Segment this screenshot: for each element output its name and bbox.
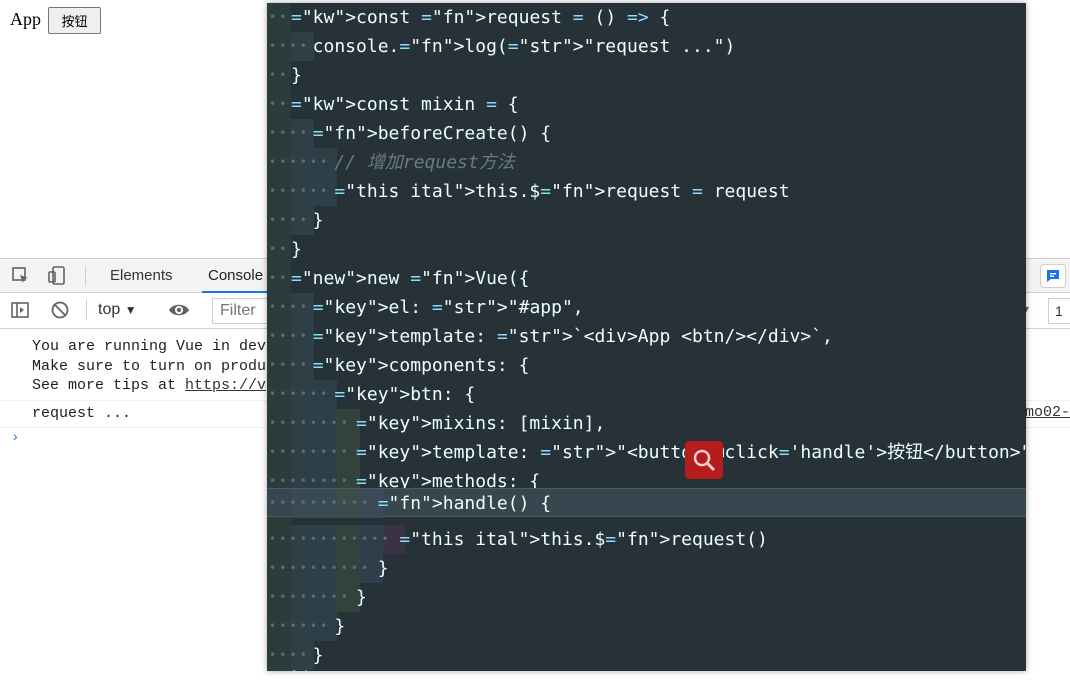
inspect-element-icon[interactable] [10,265,32,287]
code-line: •••••••••• } [267,554,1026,583]
code-line: •••••••• } [267,583,1026,612]
code-text: ="key">mixins: [mixin], [356,413,606,434]
code-line: •••• } [267,206,1026,235]
context-select-value: top [98,301,121,318]
code-text: ="key">template: ="str">`<div>App <btn/>… [312,326,833,347]
code-line: •••• ="key">components: { [267,351,1026,380]
code-text: } [291,558,389,579]
code-text: ="key">el: ="str">"#app", [312,297,584,318]
sidebar-toggle-icon[interactable] [9,299,31,321]
code-text: } [291,587,367,608]
code-text: ="kw">const mixin = { [291,94,519,115]
vue-tips-link[interactable]: https://v [185,377,266,394]
code-line: •••••••••••• ="this ital">this.$="fn">re… [267,525,1026,554]
code-text: ="key">components: { [312,355,530,376]
console-prompt[interactable]: › [11,430,19,446]
tab-elements[interactable]: Elements [104,259,179,293]
code-line: •••••• // 增加request方法 [267,148,1026,177]
code-text: } [291,210,324,231]
messages-icon[interactable] [1040,264,1066,288]
code-text: }) [291,664,313,671]
code-text: } [291,616,346,637]
filter-input[interactable]: Filter [212,298,272,324]
code-editor-overlay: •• ="kw">const ="fn">request = () => { •… [267,3,1026,671]
eye-icon[interactable] [168,299,190,321]
console-line-text: See more tips at [32,377,186,394]
code-line: •••• ="key">el: ="str">"#app", [267,293,1026,322]
device-toolbar-icon[interactable] [46,265,68,287]
code-line: •• ="kw">const mixin = { [267,90,1026,119]
code-text: ="this ital">this.$="fn">request = reque… [334,181,790,202]
code-line: •• } [267,61,1026,90]
log-source-link[interactable]: mo02- [1025,404,1070,421]
context-select[interactable]: top ▼ [98,301,137,319]
code-line: •••••••• ="key">mixins: [mixin], [267,409,1026,438]
code-text: // 增加request方法 [291,152,515,173]
code-text: ="fn">beforeCreate() { [312,123,552,144]
code-line: •• }) [267,664,1026,671]
code-line: •••• console.="fn">log(="str">"request .… [267,32,1026,61]
app-button[interactable]: 按钮 [48,7,101,34]
code-line: •• } [267,235,1026,264]
code-line: •••••• ="this ital">this.$="fn">request … [267,177,1026,206]
code-text: ="fn">handle() { [377,493,552,514]
toolbar-divider [86,300,87,320]
tab-console[interactable]: Console [202,259,270,293]
code-line: •••••• } [267,612,1026,641]
code-text: ="this ital">this.$="fn">request() [399,529,768,550]
code-line: •••• ="fn">beforeCreate() { [267,119,1026,148]
clear-console-icon[interactable] [49,299,71,321]
issues-counter[interactable]: 1 [1048,298,1070,324]
code-text: ="new">new ="fn">Vue({ [291,268,530,289]
code-text: console.="fn">log(="str">"request ...") [291,36,736,57]
code-line: •••••• ="key">btn: { [267,380,1026,409]
code-text: ="key">btn: { [334,384,476,405]
code-text: ="kw">const ="fn">request = () => { [291,7,671,28]
code-line: •• ="new">new ="fn">Vue({ [267,264,1026,293]
chevron-down-icon: ▼ [124,303,137,317]
code-text: } [291,65,302,86]
code-text: ="key">template: ="str">"<button @click=… [356,442,1026,463]
code-line: •••••••• ="key">template: ="str">"<butto… [267,438,1026,467]
search-icon[interactable] [685,441,723,479]
code-text: } [291,239,302,260]
app-label: App [10,9,41,29]
code-line: •• ="kw">const ="fn">request = () => { [267,3,1026,32]
code-line-active[interactable]: •••••••••• ="fn">handle() { [267,488,1026,518]
code-line: •••• ="key">template: ="str">`<div>App <… [267,322,1026,351]
toolbar-divider [85,266,86,286]
